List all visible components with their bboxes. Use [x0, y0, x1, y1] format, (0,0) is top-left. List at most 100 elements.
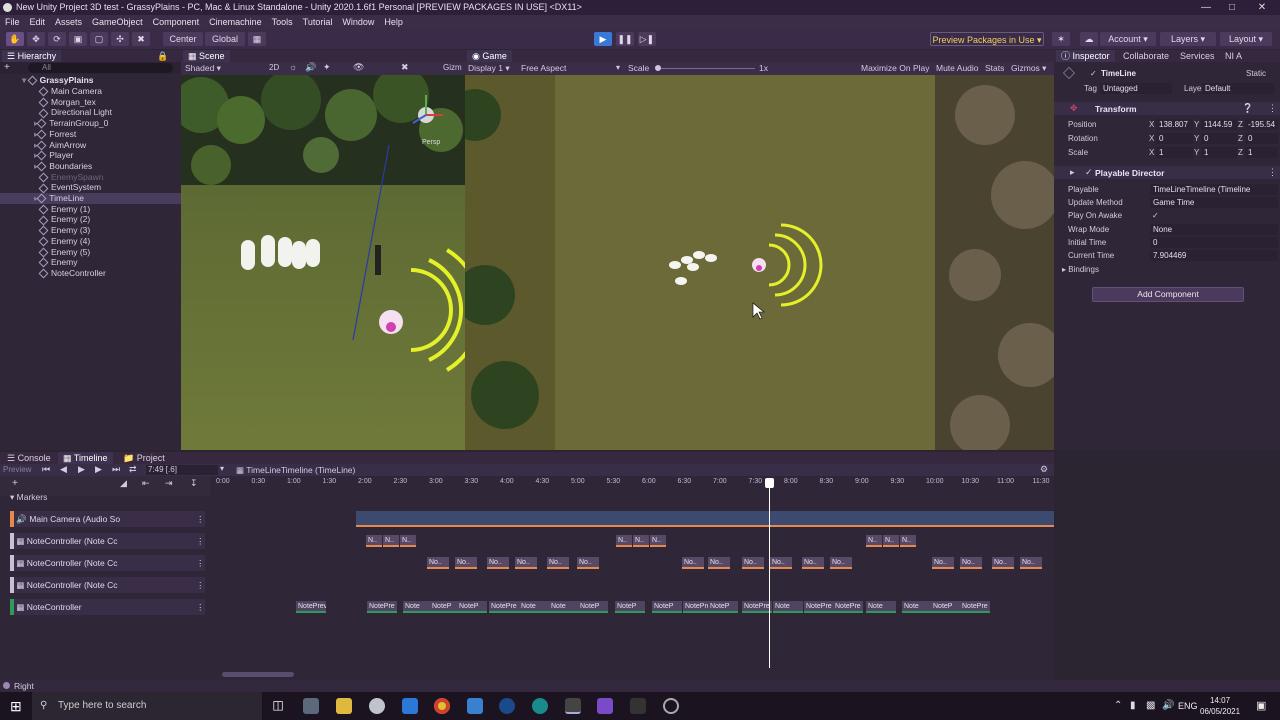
timeline-clip[interactable]: No..: [742, 557, 764, 569]
timeline-clip[interactable]: No..: [487, 557, 509, 569]
timeline-clip[interactable]: NotePre: [833, 601, 863, 613]
app-icon[interactable]: [369, 698, 385, 714]
scale-x-field[interactable]: 1: [1156, 147, 1193, 158]
static-toggle[interactable]: Static: [1246, 69, 1266, 78]
rotation-z-field[interactable]: 0: [1245, 133, 1278, 144]
scene-viewport[interactable]: Persp: [181, 75, 465, 450]
menu-edit[interactable]: Edit: [25, 15, 51, 29]
custom-tool-icon[interactable]: ✖: [132, 32, 150, 46]
playable-director-header[interactable]: ▸ ✓ Playable Director ⋮: [1054, 166, 1280, 179]
current-time-field[interactable]: 7.904469: [1150, 250, 1278, 261]
mode-2d-button[interactable]: 2D: [269, 63, 279, 72]
timeline-clip[interactable]: Note: [519, 601, 549, 613]
app-icon[interactable]: [303, 698, 319, 714]
shading-mode-dropdown[interactable]: Shaded ▾: [185, 63, 221, 74]
timeline-clip[interactable]: N..: [633, 535, 649, 547]
gizmos-dropdown[interactable]: Gizmos ▾: [1011, 63, 1046, 74]
language-indicator[interactable]: ENG: [1178, 701, 1198, 711]
unity-hub-icon[interactable]: [630, 698, 646, 714]
hierarchy-item[interactable]: NoteController: [38, 268, 106, 279]
menu-tools[interactable]: Tools: [267, 15, 298, 29]
timeline-clip[interactable]: No..: [455, 557, 477, 569]
timeline-clip[interactable]: NoteP: [578, 601, 608, 613]
timeline-clip[interactable]: No..: [992, 557, 1014, 569]
timeline-clip[interactable]: No..: [830, 557, 852, 569]
hierarchy-item[interactable]: Enemy (5): [38, 247, 90, 258]
network-icon[interactable]: ▩: [1146, 700, 1155, 711]
hierarchy-item[interactable]: Enemy (4): [38, 236, 90, 247]
hierarchy-item[interactable]: Main Camera: [38, 86, 102, 97]
component-enabled-checkbox[interactable]: ✓: [1085, 167, 1093, 178]
hierarchy-item-selected[interactable]: ▸ TimeLine: [0, 193, 181, 204]
move-tool-icon[interactable]: ✥: [27, 32, 45, 46]
position-z-field[interactable]: -195.54: [1245, 119, 1278, 130]
scene-camera-icon[interactable]: ✖: [401, 62, 409, 73]
add-component-button[interactable]: Add Component: [1092, 287, 1244, 302]
timeline-clip[interactable]: No..: [577, 557, 599, 569]
hierarchy-item[interactable]: ▸ Forrest: [34, 129, 76, 140]
playhead-handle[interactable]: [765, 478, 774, 488]
clock-date[interactable]: 06/05/2021: [1200, 707, 1240, 716]
hierarchy-item[interactable]: ▸ Player: [34, 150, 73, 161]
timeline-clip[interactable]: NoteP: [931, 601, 961, 613]
scale-slider-handle[interactable]: [655, 65, 661, 71]
timeline-clip[interactable]: NotePre: [960, 601, 990, 613]
lock-icon[interactable]: 🔒: [157, 50, 168, 62]
menu-file[interactable]: File: [0, 15, 25, 29]
game-viewport[interactable]: [465, 75, 1054, 450]
hierarchy-item[interactable]: Directional Light: [38, 107, 112, 119]
timeline-clip[interactable]: Note: [773, 601, 803, 613]
timeline-clip[interactable]: NoteP: [430, 601, 460, 613]
tab-inspector[interactable]: ⓘ Inspector: [1056, 50, 1115, 62]
scale-tool-icon[interactable]: ▣: [69, 32, 87, 46]
steam-icon[interactable]: [499, 698, 515, 714]
chrome-icon[interactable]: [434, 698, 450, 714]
pause-button[interactable]: ❚❚: [616, 32, 634, 46]
wrap-mode-dropdown[interactable]: None: [1150, 224, 1278, 235]
grid-snap-icon[interactable]: ▦: [248, 32, 266, 46]
timeline-clip[interactable]: N..: [366, 535, 382, 547]
timeline-clip[interactable]: Note: [902, 601, 932, 613]
timeline-clip[interactable]: N..: [383, 535, 399, 547]
scene-gizmos-dropdown[interactable]: Gizm: [443, 63, 462, 72]
rotation-y-field[interactable]: 0: [1201, 133, 1237, 144]
timeline-clip[interactable]: NotePreview...: [296, 601, 326, 613]
layers-dropdown[interactable]: Layers ▾: [1160, 32, 1216, 46]
global-button[interactable]: Global: [205, 32, 245, 46]
menu-help[interactable]: Help: [379, 15, 408, 29]
hand-tool-icon[interactable]: ✋: [6, 32, 24, 46]
play-on-awake-checkbox[interactable]: ✓: [1152, 211, 1159, 220]
collab-icon[interactable]: ✶: [1052, 32, 1070, 46]
hierarchy-item[interactable]: Enemy: [38, 257, 77, 268]
timeline-clip[interactable]: NoteP: [652, 601, 682, 613]
bindings-foldout[interactable]: ▸ Bindings: [1062, 265, 1099, 274]
initial-time-field[interactable]: 0: [1150, 237, 1278, 248]
timeline-clip[interactable]: N..: [883, 535, 899, 547]
timeline-clip[interactable]: No..: [770, 557, 792, 569]
rotation-x-field[interactable]: 0: [1156, 133, 1193, 144]
scale-z-field[interactable]: 1: [1245, 147, 1278, 158]
battery-icon[interactable]: ▮: [1130, 700, 1136, 711]
taskbar-search-box[interactable]: ⚲ Type here to search: [32, 692, 262, 720]
tab-hierarchy[interactable]: ☰ Hierarchy: [2, 50, 62, 62]
menu-cinemachine[interactable]: Cinemachine: [204, 15, 267, 29]
app-icon[interactable]: [663, 698, 679, 714]
timeline-clip[interactable]: N..: [866, 535, 882, 547]
task-view-icon[interactable]: ◫: [270, 698, 286, 714]
maximize-icon[interactable]: □: [1220, 0, 1244, 15]
timeline-clip[interactable]: N..: [400, 535, 416, 547]
transform-header[interactable]: ✥ Transform ❔ ⋮: [1054, 102, 1280, 115]
add-icon[interactable]: +: [4, 62, 10, 73]
timeline-scrollbar[interactable]: [222, 672, 294, 677]
tab-services[interactable]: Services: [1175, 50, 1220, 62]
hierarchy-item[interactable]: ▸ TerrainGroup_0: [34, 118, 108, 129]
tab-game[interactable]: ◉ Game: [467, 50, 512, 62]
playable-field[interactable]: TimeLineTimeline (Timeline: [1150, 184, 1278, 195]
more-options-icon[interactable]: ⋮: [1268, 167, 1277, 178]
hierarchy-scene-row[interactable]: ▾ GrassyPlains: [22, 75, 94, 86]
timeline-clip[interactable]: NoteP: [457, 601, 487, 613]
effects-icon[interactable]: ✦: [323, 62, 331, 73]
step-button[interactable]: ▷❚: [638, 32, 656, 46]
menu-component[interactable]: Component: [148, 15, 205, 29]
lighting-icon[interactable]: ☼: [289, 62, 297, 72]
